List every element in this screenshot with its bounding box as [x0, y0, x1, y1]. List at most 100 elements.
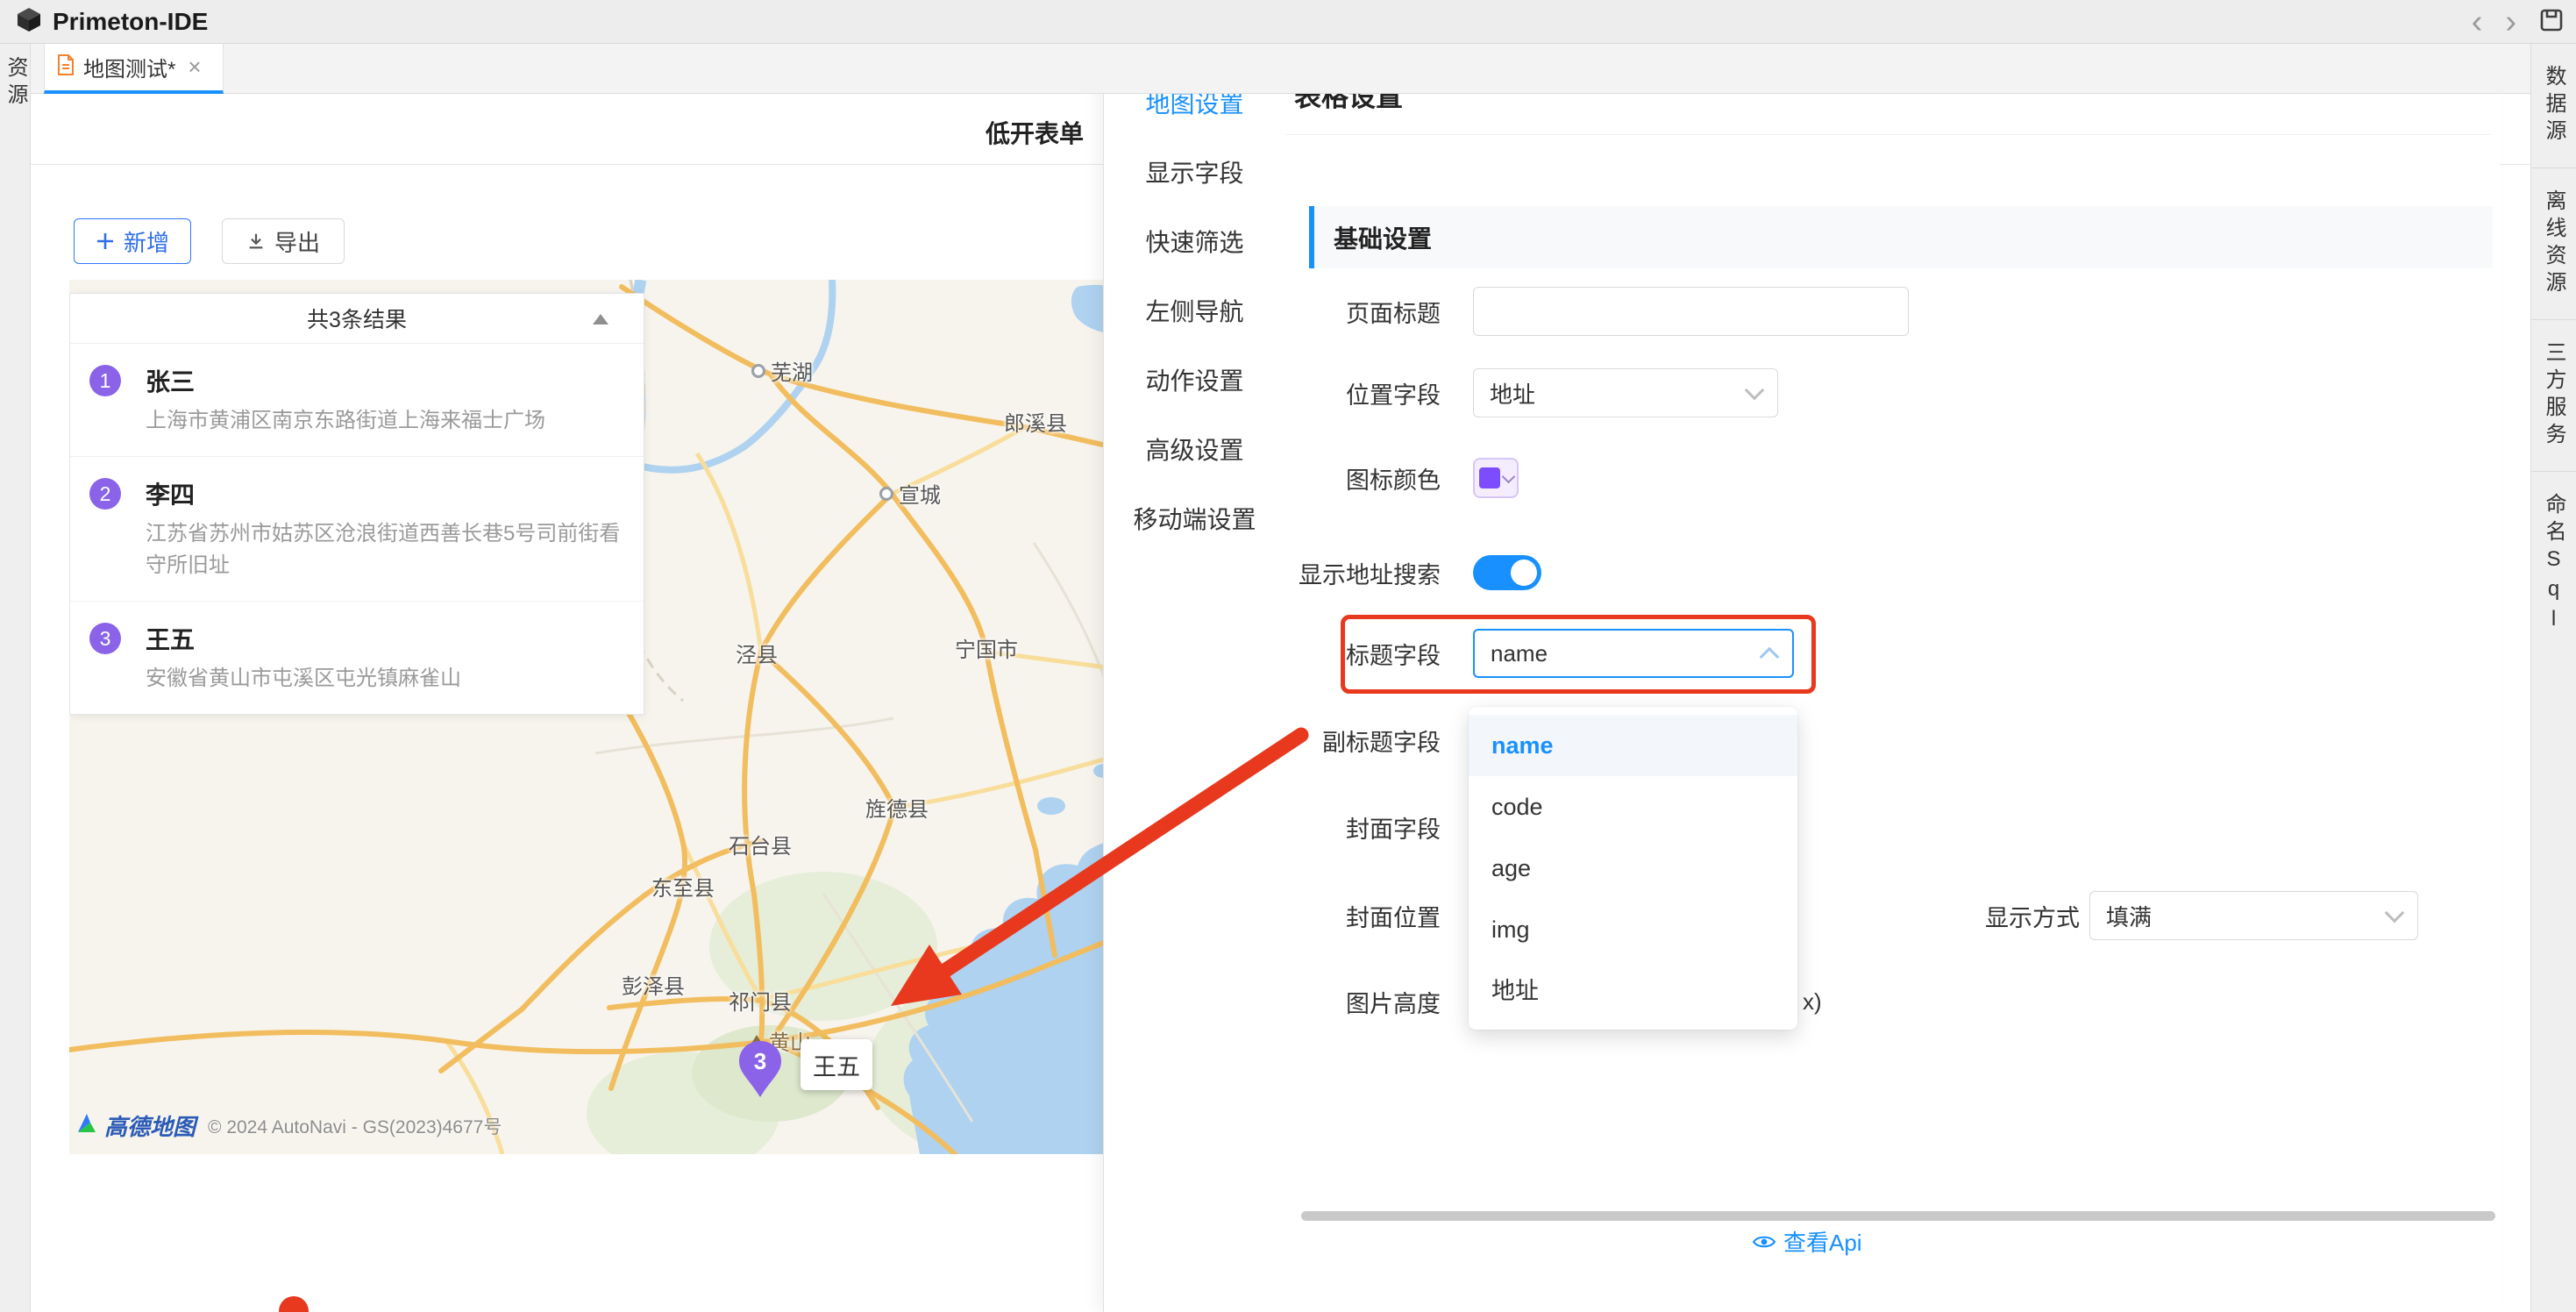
- tab-bar: 地图测试* ×: [31, 44, 2530, 94]
- form-row-image-height: 图片高度 x): [1104, 977, 2500, 1026]
- export-button[interactable]: 导出: [222, 218, 345, 264]
- menu-item-display-fields[interactable]: 显示字段: [1104, 137, 1285, 206]
- left-rail-resources[interactable]: 资源: [0, 56, 31, 111]
- field-label: 标题字段: [1104, 637, 1441, 671]
- select-value: 地址: [1490, 377, 1535, 410]
- divider: [1285, 134, 2491, 135]
- form-row-subtitle-field: 副标题字段: [1104, 716, 2500, 765]
- form-row-cover-field: 封面字段: [1104, 802, 2500, 852]
- dropdown-option-address[interactable]: 地址: [1469, 960, 1797, 1022]
- dropdown-option-name[interactable]: name: [1469, 715, 1797, 776]
- index-badge: 1: [89, 365, 121, 396]
- item-address: 江苏省苏州市姑苏区沧浪街道西善长巷5号司前街看守所旧址: [146, 518, 623, 581]
- nav-back-button[interactable]: ‹: [2472, 0, 2483, 44]
- page-title-input[interactable]: [1473, 287, 1909, 336]
- menu-item-quick-filter[interactable]: 快速筛选: [1104, 206, 1285, 275]
- rail-item-named-sql[interactable]: 命名Sql: [2531, 472, 2576, 658]
- field-label: 显示地址搜索: [1104, 556, 1441, 590]
- close-icon[interactable]: ×: [188, 53, 201, 81]
- view-tab-lowcode-form[interactable]: 低开表单: [986, 115, 1084, 150]
- map-label-city: 祁门县: [729, 985, 792, 1016]
- form-row-address-search: 显示地址搜索: [1104, 548, 2500, 597]
- add-button[interactable]: 新增: [74, 218, 191, 264]
- location-field-select[interactable]: 地址: [1473, 368, 1778, 417]
- svg-text:3: 3: [754, 1048, 766, 1074]
- map-marker-pin[interactable]: 3: [737, 1039, 783, 1103]
- rail-item-thirdparty-services[interactable]: 三方服务: [2531, 320, 2576, 472]
- select-value: name: [1491, 640, 1548, 667]
- item-name: 张三: [146, 363, 623, 398]
- app-root: Primeton-IDE ‹ › 资源 数据源 离线资源 三方服务 命名Sql …: [0, 0, 2576, 1312]
- list-item[interactable]: 2 李四 江苏省苏州市姑苏区沧浪街道西善长巷5号司前街看守所旧址: [70, 456, 644, 601]
- map-label-city: 芜湖: [751, 355, 813, 386]
- rail-item-datasource[interactable]: 数据源: [2531, 44, 2576, 168]
- map-label-city: 宁国市: [955, 632, 1018, 663]
- form-row-page-title: 页面标题: [1104, 287, 2500, 336]
- field-label: 封面位置: [1104, 899, 1441, 933]
- index-badge: 2: [89, 478, 121, 510]
- dropdown-option-img[interactable]: img: [1469, 899, 1797, 960]
- settings-panel: 地图设置 显示字段 快速筛选 左侧导航 动作设置 高级设置 移动端设置 表格设置…: [1103, 50, 2500, 1312]
- map-marker-label[interactable]: 王五: [801, 1039, 872, 1090]
- city-dot-icon: [879, 487, 893, 501]
- unit-suffix: x): [1803, 988, 1822, 1016]
- collapse-icon[interactable]: [593, 314, 608, 324]
- map-copyright: © 2024 AutoNavi - GS(2023)4677号: [208, 1113, 502, 1139]
- chevron-down-icon: [1745, 381, 1765, 401]
- icon-color-picker[interactable]: [1473, 458, 1519, 498]
- icon-color-swatch-inner: [1479, 467, 1500, 488]
- map-label-city: 泾县: [736, 638, 778, 668]
- app-title: Primeton-IDE: [53, 8, 208, 36]
- map-label-city: 宣城: [879, 478, 941, 509]
- view-api-link[interactable]: 查看Api: [1753, 1225, 1862, 1258]
- map-label-city: 石台县: [729, 829, 792, 859]
- title-field-select[interactable]: name: [1473, 629, 1794, 678]
- section-basic-settings: 基础设置: [1309, 206, 2493, 268]
- list-item[interactable]: 1 张三 上海市黄浦区南京东路街道上海来福士广场: [70, 343, 644, 456]
- amap-logo-icon: [76, 1113, 97, 1138]
- document-icon: [57, 54, 75, 80]
- form-row-icon-color: 图标颜色: [1104, 453, 2500, 503]
- amap-brand: 高德地图: [104, 1109, 196, 1142]
- dropdown-option-code[interactable]: code: [1469, 776, 1797, 838]
- save-icon[interactable]: [2539, 8, 2564, 37]
- map-canvas[interactable]: 芜湖 溧阳市 郎溪县 宣城 广德市 泾县 宁国市 旌德县 石台县 东至县 彭泽县…: [69, 280, 1134, 1154]
- field-label: 页面标题: [1104, 295, 1441, 329]
- title-field-dropdown: name code age img 地址: [1469, 707, 1797, 1030]
- tab-map-test[interactable]: 地图测试* ×: [44, 44, 224, 94]
- map-label-city: 彭泽县: [622, 969, 685, 1000]
- result-list: 共3条结果 1 张三 上海市黄浦区南京东路街道上海来福士广场 2 李四 江苏省苏…: [69, 293, 644, 715]
- chevron-down-icon: [1501, 469, 1515, 483]
- tab-label: 地图测试*: [83, 52, 175, 82]
- download-icon: [246, 232, 266, 251]
- address-search-toggle[interactable]: [1473, 555, 1541, 590]
- display-mode-select[interactable]: 填满: [2089, 891, 2418, 940]
- item-name: 李四: [146, 476, 623, 511]
- map-attribution: 高德地图 © 2024 AutoNavi - GS(2023)4677号: [76, 1109, 502, 1142]
- item-name: 王五: [146, 621, 623, 656]
- item-address: 安徽省黄山市屯溪区屯光镇麻雀山: [146, 663, 623, 695]
- field-label: 图标颜色: [1104, 461, 1441, 496]
- field-label: 显示方式: [1887, 899, 2080, 933]
- item-address: 上海市黄浦区南京东路街道上海来福士广场: [146, 405, 623, 437]
- top-bar: Primeton-IDE ‹ ›: [0, 0, 2576, 44]
- map-label-city: 旌德县: [865, 792, 929, 823]
- dropdown-option-age[interactable]: age: [1469, 838, 1797, 899]
- left-rail: 资源: [0, 44, 31, 1312]
- index-badge: 3: [89, 623, 121, 654]
- map-label-city: 郎溪县: [1004, 406, 1067, 437]
- list-item[interactable]: 3 王五 安徽省黄山市屯溪区屯光镇麻雀山: [70, 601, 644, 714]
- map-label-city: 东至县: [651, 871, 715, 902]
- chevron-down-icon: [2385, 903, 2405, 923]
- horizontal-scrollbar[interactable]: [1301, 1211, 2495, 1221]
- field-label: 封面字段: [1104, 810, 1441, 845]
- form-row-cover-position: 封面位置 显示方式 填满: [1104, 891, 2500, 940]
- eye-icon: [1753, 1234, 1775, 1250]
- chevron-up-icon: [1760, 647, 1780, 667]
- app-logo-icon: [16, 6, 42, 37]
- city-dot-icon: [751, 364, 765, 378]
- form-row-location-field: 位置字段 地址: [1104, 368, 2500, 417]
- plus-icon: [96, 232, 115, 251]
- rail-item-offline-resources[interactable]: 离线资源: [2531, 168, 2576, 320]
- nav-forward-button[interactable]: ›: [2505, 0, 2516, 44]
